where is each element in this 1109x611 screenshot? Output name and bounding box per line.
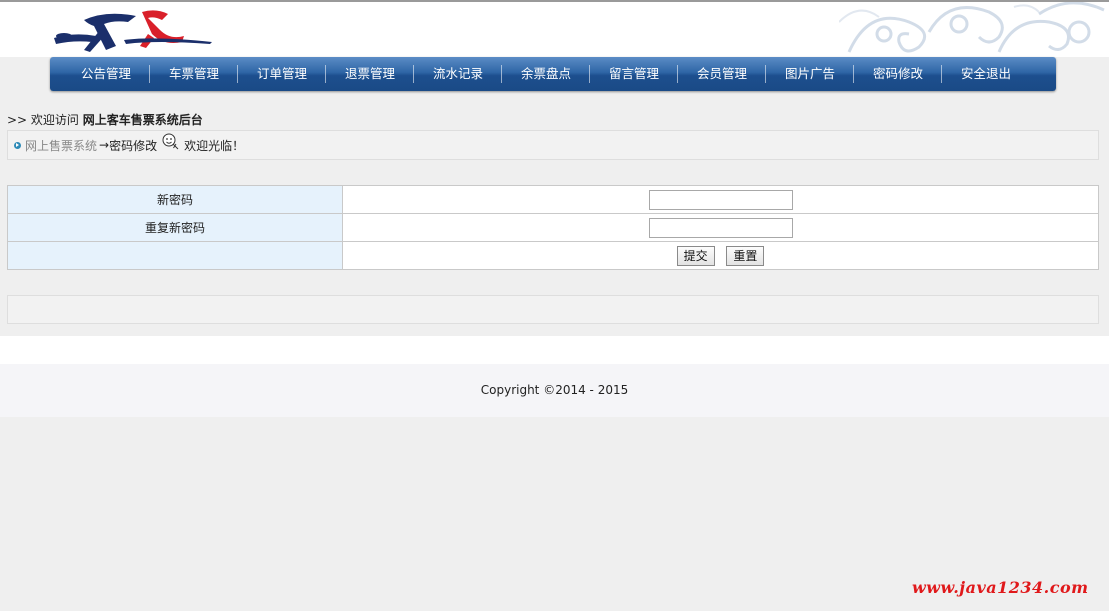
empty-panel [7,295,1099,324]
new-password-input[interactable] [648,189,793,210]
breadcrumb-greeting: 欢迎光临！ [184,138,245,153]
watermark-text: www.java1234.com [912,578,1089,597]
repeat-password-label: 重复新密码 [7,213,343,242]
breadcrumb-current: 密码修改 [109,138,158,153]
white-band [0,336,1109,364]
footer: Copyright ©2014 - 2015 [0,364,1109,417]
cloud-pattern-decoration [839,2,1105,53]
logo-image [54,10,212,52]
repeat-password-input[interactable] [648,217,793,238]
nav-item-image-ads[interactable]: 图片广告 [766,57,854,91]
welcome-line: >> 欢迎访问 网上客车售票系统后台 [7,111,203,128]
nav-item-change-password[interactable]: 密码修改 [854,57,942,91]
new-password-row: 新密码 [7,185,1099,214]
actions-row: 提交 重置 [7,241,1099,270]
welcome-prefix: >> 欢迎访问 [7,113,79,127]
breadcrumb: 网上售票系统 → 密码修改 欢迎光临！ [7,130,1099,160]
site-name: 网上客车售票系统后台 [82,113,203,127]
nav-item-logout[interactable]: 安全退出 [942,57,1030,91]
nav-item-transactions[interactable]: 流水记录 [414,57,502,91]
nav-item-tickets[interactable]: 车票管理 [150,57,238,91]
main-nav: 公告管理 车票管理 订单管理 退票管理 流水记录 余票盘点 留言管理 会员管理 … [50,57,1056,91]
nav-item-members[interactable]: 会员管理 [678,57,766,91]
nav-item-refunds[interactable]: 退票管理 [326,57,414,91]
header [0,2,1109,57]
password-form: 新密码 重复新密码 提交 重置 [7,185,1099,270]
repeat-password-cell [342,213,1099,242]
new-password-cell [342,185,1099,214]
breadcrumb-home-link[interactable]: 网上售票系统 [25,137,97,154]
repeat-password-row: 重复新密码 [7,213,1099,242]
smiley-icon [162,133,179,150]
copyright-text: Copyright ©2014 - 2015 [480,383,629,397]
actions-cell: 提交 重置 [342,241,1099,270]
nav-item-announcements[interactable]: 公告管理 [62,57,150,91]
nav-item-remaining-tickets[interactable]: 余票盘点 [502,57,590,91]
nav-item-messages[interactable]: 留言管理 [590,57,678,91]
actions-label-cell [7,241,343,270]
breadcrumb-separator: → [99,138,110,152]
bullet-arrow-icon [14,141,21,149]
submit-button[interactable]: 提交 [676,245,715,266]
new-password-label: 新密码 [7,185,343,214]
nav-item-orders[interactable]: 订单管理 [238,57,326,91]
reset-button[interactable]: 重置 [726,245,765,266]
